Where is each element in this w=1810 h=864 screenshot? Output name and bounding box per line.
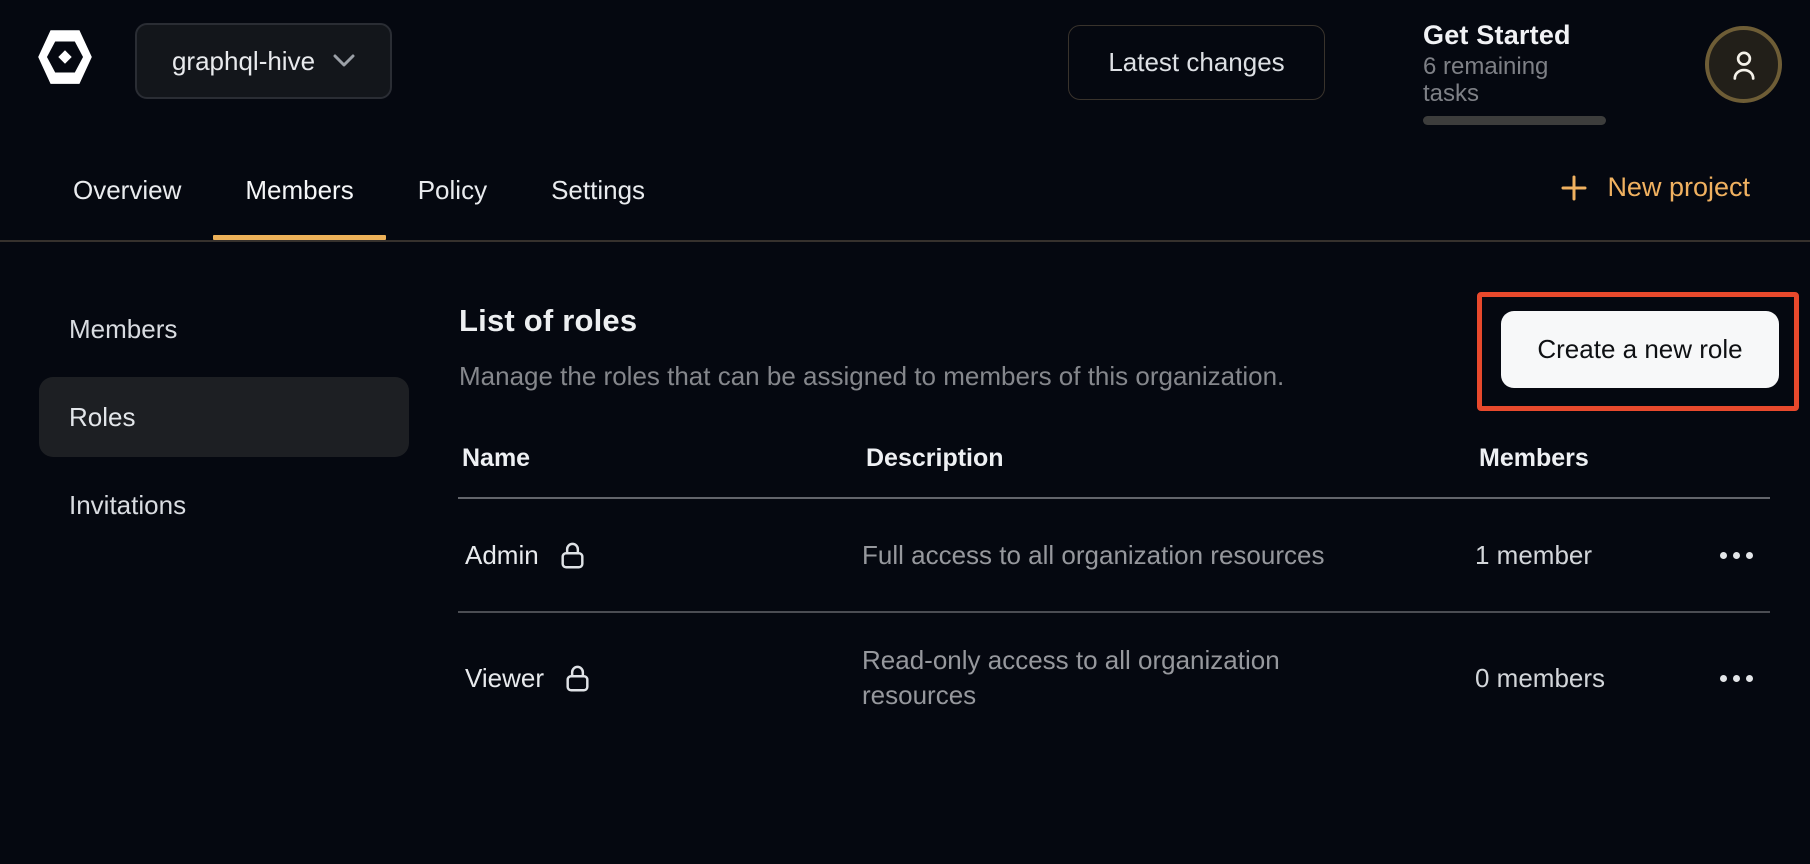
sidebar-item-roles[interactable]: Roles (39, 377, 409, 457)
sidebar-item-members[interactable]: Members (39, 289, 409, 369)
tab-bar: Overview Members Policy Settings (0, 120, 1810, 242)
roles-table: Name Description Members Admin Full acce… (458, 420, 1770, 743)
plus-icon (1560, 174, 1588, 202)
column-header-name: Name (458, 444, 862, 473)
latest-changes-button[interactable]: Latest changes (1068, 25, 1325, 100)
tab-settings[interactable]: Settings (519, 175, 677, 240)
table-header-row: Name Description Members (458, 420, 1770, 497)
org-selector-label: graphql-hive (172, 46, 315, 77)
org-selector-button[interactable]: graphql-hive (135, 23, 392, 99)
role-member-count: 1 member (1475, 540, 1707, 571)
new-project-button[interactable]: New project (1560, 172, 1750, 203)
row-menu-button[interactable] (1716, 544, 1757, 567)
row-menu-button[interactable] (1716, 667, 1757, 690)
lock-icon (559, 541, 586, 570)
active-tab-underline (213, 235, 385, 240)
role-name: Admin (465, 540, 539, 571)
get-started-title: Get Started (1423, 20, 1606, 50)
person-icon (1725, 46, 1763, 84)
page-title: List of roles (459, 303, 637, 339)
page-subtitle: Manage the roles that can be assigned to… (459, 361, 1284, 392)
ellipsis-icon (1720, 675, 1727, 682)
user-avatar[interactable] (1705, 26, 1782, 103)
role-name: Viewer (465, 663, 544, 694)
tab-overview[interactable]: Overview (41, 175, 213, 240)
hive-logo-icon[interactable] (32, 24, 98, 90)
role-description: Full access to all organization resource… (862, 538, 1352, 573)
new-project-label: New project (1607, 172, 1750, 203)
column-header-description: Description (862, 444, 1475, 473)
lock-icon (564, 664, 591, 693)
role-member-count: 0 members (1475, 663, 1707, 694)
column-header-members: Members (1475, 444, 1707, 473)
role-description: Read-only access to all organization res… (862, 643, 1352, 713)
get-started-widget[interactable]: Get Started 6 remaining tasks (1423, 20, 1606, 125)
get-started-remaining-tasks: 6 remaining tasks (1423, 53, 1606, 107)
sidebar-item-invitations[interactable]: Invitations (39, 465, 409, 545)
table-row-viewer: Viewer Read-only access to all organizat… (458, 613, 1770, 743)
chevron-down-icon (333, 54, 355, 68)
tab-members[interactable]: Members (213, 175, 385, 240)
table-row-admin: Admin Full access to all organization re… (458, 499, 1770, 611)
tab-policy[interactable]: Policy (386, 175, 519, 240)
create-new-role-button[interactable]: Create a new role (1501, 311, 1779, 388)
ellipsis-icon (1720, 552, 1727, 559)
